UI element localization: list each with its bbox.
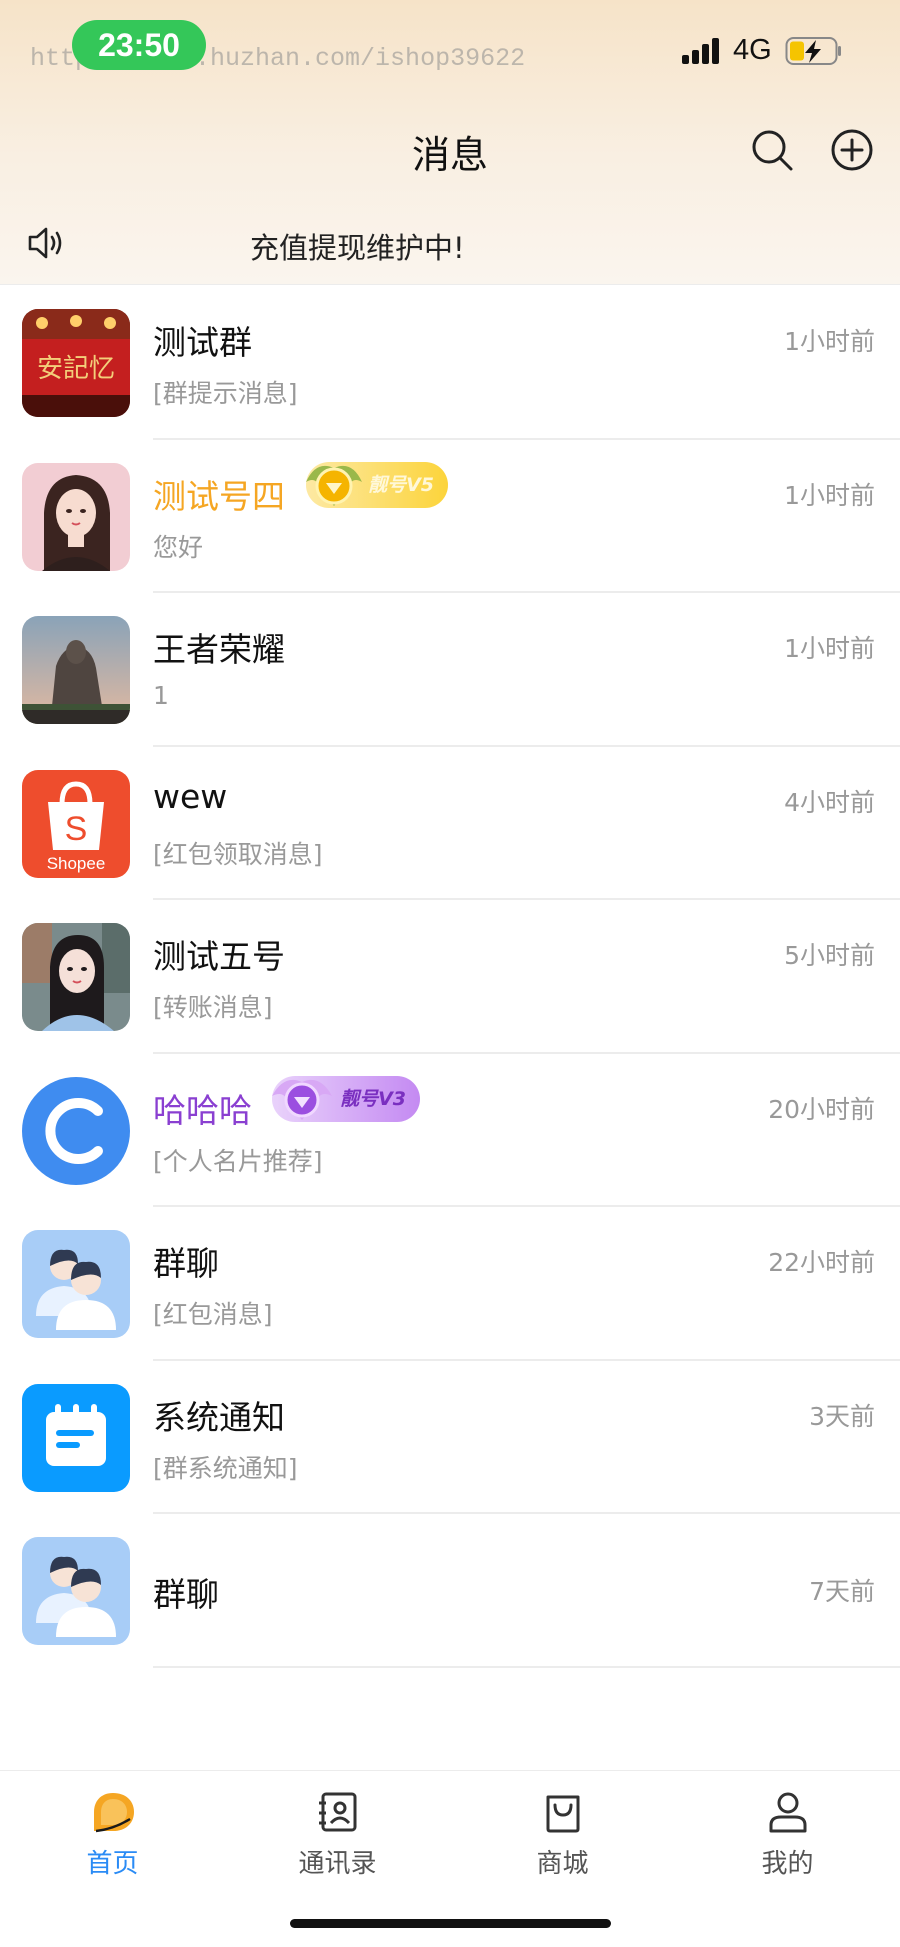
- notice-bar[interactable]: 充值提现维护中!: [0, 215, 900, 271]
- chat-preview: 1: [153, 681, 169, 710]
- svg-text:S: S: [65, 810, 88, 848]
- chat-name: 群聊: [153, 1575, 219, 1614]
- shopping-bag-icon: [546, 1795, 580, 1833]
- chat-time: 1小时前: [784, 327, 875, 356]
- signal-icon: [682, 38, 722, 64]
- vip-badge: 靓号V5: [306, 461, 448, 508]
- chat-item[interactable]: 王者荣耀 1 1小时前: [0, 593, 900, 747]
- notice-calendar-icon: [46, 1403, 106, 1466]
- chat-preview: [红包消息]: [153, 1300, 273, 1329]
- avatar: [22, 1076, 130, 1185]
- network-label: 4G: [733, 34, 772, 66]
- avatar: S Shopee: [22, 769, 130, 878]
- battery-charging-icon: [785, 37, 841, 65]
- avatar: 安記忆: [22, 309, 130, 417]
- gem-icon: [272, 1079, 332, 1120]
- group-icon: [36, 1249, 116, 1330]
- status-time: 23:50: [72, 20, 206, 70]
- tab-label: 首页: [86, 1849, 139, 1879]
- chat-time: 3天前: [809, 1401, 875, 1431]
- search-icon[interactable]: [750, 128, 794, 172]
- tab-profile[interactable]: 我的: [675, 1771, 900, 1881]
- chat-time: 7天前: [809, 1577, 875, 1606]
- divider: [153, 1665, 900, 1668]
- notice-text: 充值提现维护中!: [250, 231, 465, 265]
- tab-label: 我的: [761, 1849, 814, 1879]
- chat-name: 系统通知: [153, 1397, 285, 1437]
- chat-item[interactable]: 测试号四 靓号V5 您好 1小时前: [0, 440, 900, 593]
- avatar: [22, 462, 130, 571]
- chat-time: 4小时前: [784, 787, 875, 817]
- chat-item[interactable]: 群聊 [红包消息] 22小时前: [0, 1207, 900, 1361]
- chat-preview: [红包领取消息]: [153, 839, 323, 869]
- tab-home[interactable]: 首页: [0, 1771, 225, 1881]
- chat-time: 22小时前: [768, 1248, 875, 1277]
- chat-preview: [群提示消息]: [153, 379, 298, 408]
- chat-item[interactable]: S Shopee wew [红包领取消息] 4小时前: [0, 747, 900, 900]
- vip-badge-label: 靓号V3: [340, 1087, 406, 1110]
- gem-icon: [306, 465, 362, 506]
- chat-preview: [转账消息]: [153, 993, 273, 1022]
- chat-item[interactable]: 系统通知 [群系统通知] 3天前: [0, 1361, 900, 1514]
- vip-badge: 靓号V3: [272, 1075, 420, 1122]
- avatar: [22, 1383, 130, 1492]
- speaker-icon: [28, 227, 62, 259]
- chat-name: 测试群: [153, 323, 252, 362]
- chat-name: 哈哈哈: [153, 1090, 252, 1130]
- avatar: [22, 923, 130, 1031]
- chat-item[interactable]: 安記忆 测试群 [群提示消息] 1小时前: [0, 286, 900, 440]
- chat-item[interactable]: 群聊 7天前: [0, 1514, 900, 1668]
- chat-name: wew: [153, 776, 228, 816]
- svg-text:安記忆: 安記忆: [37, 354, 115, 384]
- chat-time: 1小时前: [784, 634, 875, 663]
- home-indicator: [290, 1919, 611, 1928]
- tab-mall[interactable]: 商城: [450, 1771, 675, 1881]
- person-icon: [769, 1792, 807, 1833]
- status-bar: https://www.huzhan.com/ishop39622 23:50 …: [0, 0, 900, 100]
- chat-preview: 您好: [153, 532, 204, 562]
- tab-label: 通讯录: [298, 1849, 377, 1879]
- chat-name: 测试五号: [153, 937, 285, 976]
- group-icon: [36, 1556, 116, 1637]
- chat-time: 1小时前: [784, 480, 875, 510]
- vip-badge-label: 靓号V5: [368, 473, 434, 496]
- chat-bubble-icon: [94, 1793, 134, 1833]
- group-avatar: [22, 1537, 130, 1645]
- chat-name: 测试号四: [153, 476, 285, 516]
- chat-item[interactable]: 哈哈哈 靓号V3 [个人名片推荐] 20小时前: [0, 1054, 900, 1207]
- chat-preview: [群系统通知]: [153, 1453, 298, 1483]
- top-header-area: https://www.huzhan.com/ishop39622 23:50 …: [0, 0, 900, 285]
- chat-preview: [个人名片推荐]: [153, 1146, 323, 1176]
- chat-item[interactable]: 测试五号 [转账消息] 5小时前: [0, 900, 900, 1054]
- avatar-brand-text: Shopee: [46, 853, 106, 873]
- chat-time: 20小时前: [768, 1094, 875, 1124]
- tab-contacts[interactable]: 通讯录: [225, 1771, 450, 1881]
- c-logo-icon: [45, 1097, 103, 1164]
- avatar: [22, 616, 130, 724]
- group-avatar: [22, 1230, 130, 1338]
- plus-circle-icon[interactable]: [830, 128, 874, 172]
- chat-name: 王者荣耀: [153, 630, 285, 669]
- chat-name: 群聊: [153, 1244, 219, 1283]
- chat-time: 5小时前: [784, 941, 875, 970]
- tab-label: 商城: [536, 1849, 589, 1879]
- contacts-book-icon: [319, 1792, 357, 1832]
- chat-list: 安記忆 测试群 [群提示消息] 1小时前 测试号四 靓号V5 您好 1小时前 王…: [0, 286, 900, 1668]
